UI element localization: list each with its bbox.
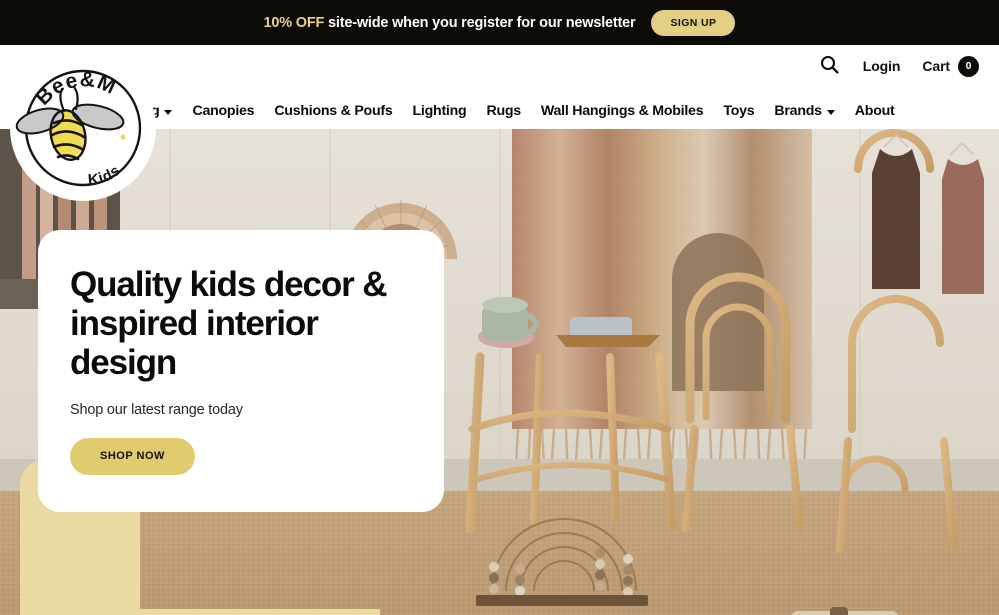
nav-item-about[interactable]: About <box>845 99 905 123</box>
signup-button[interactable]: SIGN UP <box>651 9 736 36</box>
login-link[interactable]: Login <box>863 58 901 74</box>
header-utility-bar: Login Cart 0 <box>818 53 979 79</box>
nav-item-rugs[interactable]: Rugs <box>476 99 530 123</box>
nav-label: Lighting <box>412 103 467 119</box>
nav-label: Rugs <box>486 103 521 119</box>
svg-text:Kids: Kids <box>87 162 124 189</box>
promo-banner: 10% OFF site-wide when you register for … <box>0 0 999 45</box>
nav-item-brands[interactable]: Brands <box>764 99 844 123</box>
cart-label: Cart <box>922 58 950 74</box>
logo-brand-top: Bee&M <box>31 68 119 110</box>
promo-message: 10% OFF site-wide when you register for … <box>264 15 636 31</box>
nav-label: Cushions & Poufs <box>274 103 393 119</box>
hero-card: Quality kids decor & inspired interior d… <box>38 230 444 512</box>
nav-label: Canopies <box>192 103 255 119</box>
search-icon <box>820 55 839 77</box>
promo-message-text: site-wide when you register for our news… <box>324 14 636 31</box>
site-logo[interactable]: Bee&M Kids <box>10 55 156 201</box>
cart-count-badge: 0 <box>958 55 979 77</box>
nav-item-cushions-poufs[interactable]: Cushions & Poufs <box>264 99 402 123</box>
nav-item-lighting[interactable]: Lighting <box>403 99 477 123</box>
hero-subtitle: Shop our latest range today <box>70 401 243 418</box>
nav-label: About <box>854 103 895 119</box>
page-root: 10% OFF site-wide when you register for … <box>0 0 999 615</box>
shop-now-button[interactable]: SHOP NOW <box>70 437 195 475</box>
nav-item-toys[interactable]: Toys <box>713 99 764 123</box>
search-button[interactable] <box>818 53 841 79</box>
nav-label: Wall Hangings & Mobiles <box>540 103 704 119</box>
accent-shape-bottom <box>20 609 380 615</box>
nav-item-canopies[interactable]: Canopies <box>182 99 264 123</box>
svg-text:Bee&M: Bee&M <box>31 68 120 110</box>
nav-label: Brands <box>774 103 822 119</box>
logo-brand-bottom: Kids <box>87 162 123 189</box>
nav-label: Toys <box>723 103 755 119</box>
promo-discount: 10% OFF <box>263 14 325 31</box>
chevron-down-icon <box>826 109 835 115</box>
hero-section: Quality kids decor & inspired interior d… <box>0 129 999 615</box>
hero-title: Quality kids decor & inspired interior d… <box>70 265 388 382</box>
bee-logo-graphic: Bee&M Kids <box>15 68 142 189</box>
cart-link[interactable]: Cart 0 <box>922 55 979 77</box>
nav-item-wall-hangings-mobiles[interactable]: Wall Hangings & Mobiles <box>531 99 713 123</box>
chevron-down-icon <box>164 109 173 115</box>
